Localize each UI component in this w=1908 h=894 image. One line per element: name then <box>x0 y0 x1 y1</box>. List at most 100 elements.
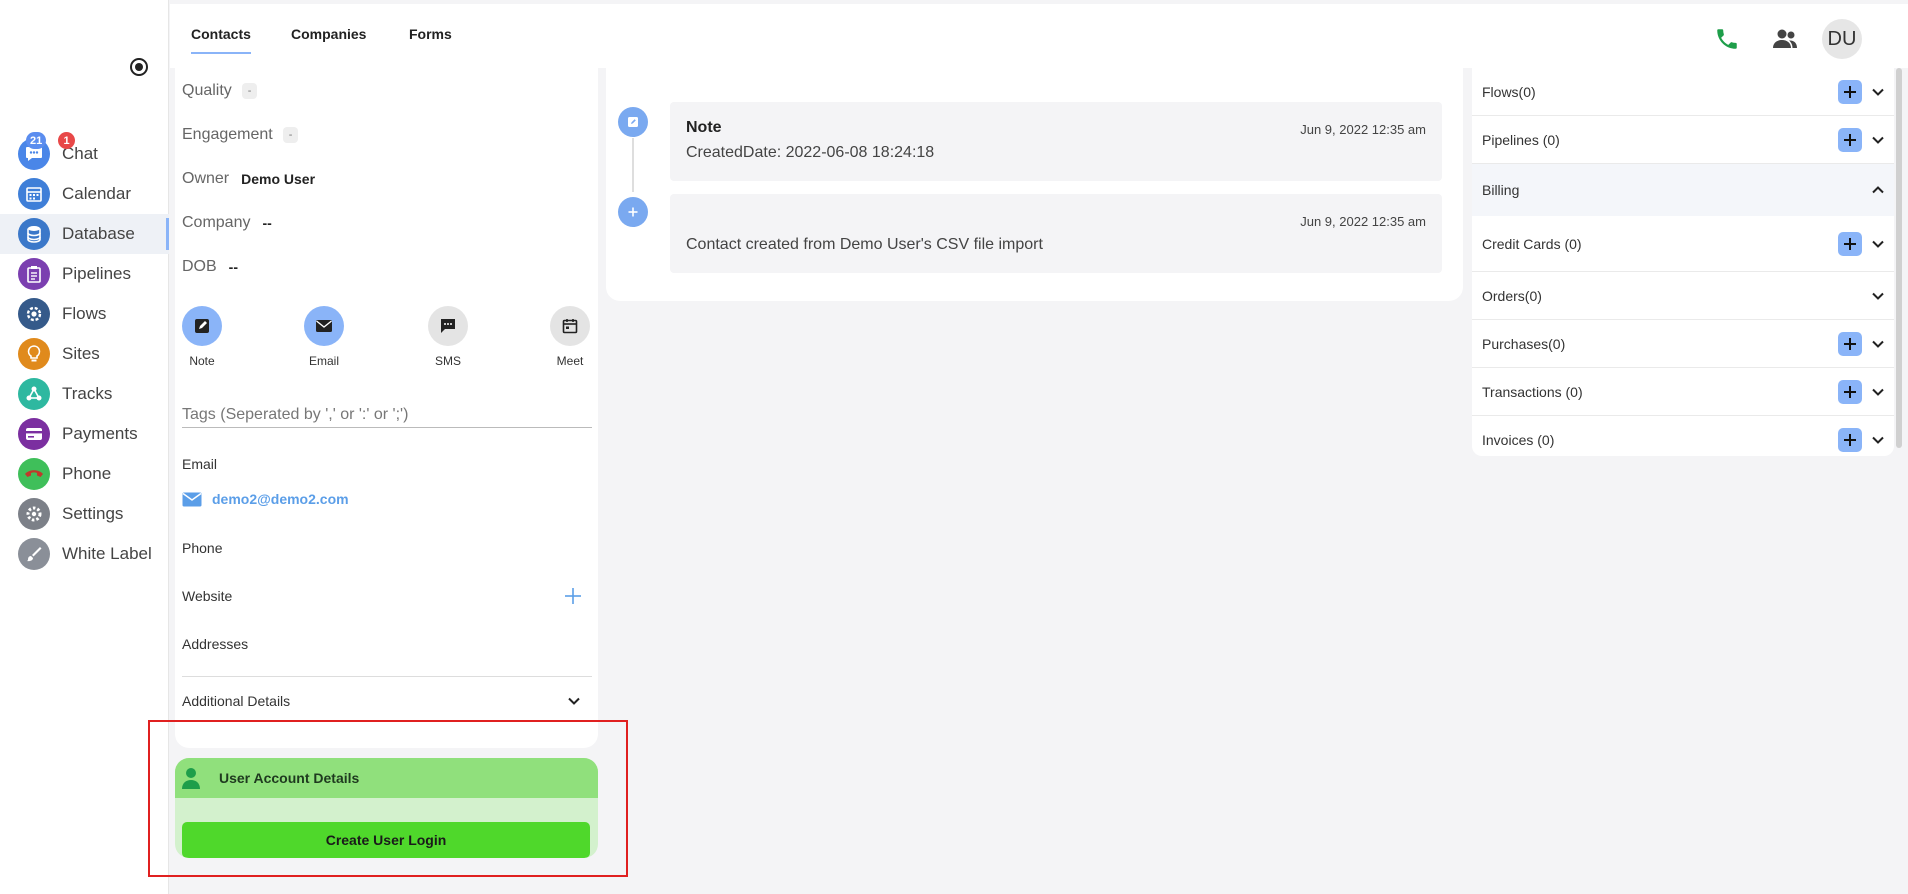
company-value[interactable]: -- <box>262 215 271 231</box>
billing-row[interactable]: Billing <box>1472 164 1894 216</box>
field-quality: Quality - <box>182 82 258 100</box>
orders-row[interactable]: Orders(0) <box>1472 272 1894 320</box>
sidebar-item-pipelines[interactable]: Pipelines <box>0 254 169 294</box>
field-dob: DOB -- <box>182 258 238 276</box>
chevron-down-icon[interactable] <box>1870 84 1886 100</box>
email-link[interactable]: demo2@demo2.com <box>182 491 349 507</box>
field-label: Owner <box>182 170 230 187</box>
scrollbar[interactable] <box>1896 68 1902 448</box>
add-purchase-button[interactable] <box>1838 332 1862 356</box>
timeline-item[interactable]: Jun 9, 2022 12:35 am Contact created fro… <box>670 194 1442 273</box>
tab-contacts[interactable]: Contacts <box>191 26 251 54</box>
plus-icon <box>1844 338 1856 350</box>
sms-action-button[interactable]: SMS <box>418 306 478 368</box>
sidebar-item-payments[interactable]: Payments <box>0 414 169 454</box>
chat-alert-badge: 1 <box>58 132 75 149</box>
row-label: Credit Cards (0) <box>1482 235 1582 252</box>
pipelines-row[interactable]: Pipelines (0) <box>1472 116 1894 164</box>
timeline-item[interactable]: Note Jun 9, 2022 12:35 am CreatedDate: 2… <box>670 102 1442 181</box>
purchases-row[interactable]: Purchases(0) <box>1472 320 1894 368</box>
owner-value[interactable]: Demo User <box>241 171 315 187</box>
sidebar-item-label: Sites <box>62 344 100 363</box>
users-icon[interactable] <box>1768 22 1802 56</box>
envelope-icon <box>304 306 344 346</box>
row-label: Pipelines (0) <box>1482 131 1560 148</box>
note-icon <box>618 107 648 137</box>
sidebar-item-chat[interactable]: 21 1 Chat <box>0 132 169 174</box>
chevron-down-icon[interactable] <box>1870 384 1886 400</box>
sidebar-item-label: Flows <box>62 304 107 323</box>
chevron-up-icon[interactable] <box>1870 182 1886 198</box>
sidebar-item-tracks[interactable]: Tracks <box>0 374 169 414</box>
timeline-connector <box>632 138 634 192</box>
field-company: Company -- <box>182 214 272 232</box>
addresses-section-label: Addresses <box>182 636 249 652</box>
tags-input[interactable] <box>182 402 592 428</box>
chevron-down-icon[interactable] <box>1870 132 1886 148</box>
dob-value[interactable]: -- <box>229 259 238 275</box>
chevron-down-icon[interactable] <box>1870 288 1886 304</box>
tab-forms[interactable]: Forms <box>409 26 452 42</box>
add-website-icon[interactable] <box>563 586 583 606</box>
add-flow-button[interactable] <box>1838 80 1862 104</box>
credit-cards-row[interactable]: Credit Cards (0) <box>1472 216 1894 272</box>
cog-icon <box>18 498 50 530</box>
create-user-login-button[interactable]: Create User Login <box>182 822 590 858</box>
chat-icon: 21 1 <box>18 132 75 170</box>
avatar[interactable]: DU <box>1822 19 1862 59</box>
sidebar-item-label: Calendar <box>62 184 131 203</box>
chevron-down-icon[interactable] <box>1870 236 1886 252</box>
plus-icon <box>1844 386 1856 398</box>
additional-details-toggle[interactable]: Additional Details <box>182 693 582 709</box>
timeline-item-body: CreatedDate: 2022-06-08 18:24:18 <box>686 144 935 161</box>
sms-icon <box>428 306 468 346</box>
user-account-header: User Account Details <box>175 758 598 798</box>
activity-timeline: Note Jun 9, 2022 12:35 am CreatedDate: 2… <box>606 68 1463 301</box>
chevron-down-icon[interactable] <box>1870 336 1886 352</box>
transactions-row[interactable]: Transactions (0) <box>1472 368 1894 416</box>
plus-icon <box>1844 434 1856 446</box>
engagement-chip[interactable]: - <box>282 127 299 143</box>
email-action-button[interactable]: Email <box>294 306 354 368</box>
divider <box>182 676 592 677</box>
timeline-item-date: Jun 9, 2022 12:35 am <box>1300 214 1426 229</box>
flows-row[interactable]: Flows(0) <box>1472 68 1894 116</box>
sidebar-item-settings[interactable]: Settings <box>0 494 169 534</box>
additional-details-label: Additional Details <box>182 693 291 709</box>
meet-action-button[interactable]: Meet <box>540 306 600 368</box>
sidebar-item-label: Pipelines <box>62 264 131 283</box>
call-icon[interactable] <box>1710 22 1744 56</box>
mail-icon <box>182 492 202 506</box>
sidebar-item-sites[interactable]: Sites <box>0 334 169 374</box>
plus-icon <box>1844 86 1856 98</box>
field-label: Engagement <box>182 126 273 143</box>
chat-unread-badge: 21 <box>26 132 47 149</box>
sidebar-item-white-label[interactable]: White Label <box>0 534 169 574</box>
bulb-icon <box>18 338 50 370</box>
network-icon <box>18 378 50 410</box>
chevron-down-icon[interactable] <box>1870 432 1886 448</box>
note-icon <box>182 306 222 346</box>
plus-icon <box>1844 134 1856 146</box>
add-credit-card-button[interactable] <box>1838 232 1862 256</box>
action-label: SMS <box>434 354 461 368</box>
tab-companies[interactable]: Companies <box>291 26 366 42</box>
row-label: Orders(0) <box>1482 287 1542 304</box>
sidebar-toggle-icon[interactable] <box>130 58 148 76</box>
invoices-row[interactable]: Invoices (0) <box>1472 416 1894 464</box>
add-transaction-button[interactable] <box>1838 380 1862 404</box>
user-icon <box>182 768 200 789</box>
sidebar-item-flows[interactable]: Flows <box>0 294 169 334</box>
sidebar-item-label: Tracks <box>62 384 113 403</box>
add-invoice-button[interactable] <box>1838 428 1862 452</box>
quality-chip[interactable]: - <box>241 83 258 99</box>
note-action-button[interactable]: Note <box>172 306 232 368</box>
sidebar-item-calendar[interactable]: Calendar <box>0 174 169 214</box>
sidebar-item-label: White Label <box>62 544 152 563</box>
sidebar-item-phone[interactable]: Phone <box>0 454 169 494</box>
sidebar-item-database[interactable]: Database <box>0 214 169 254</box>
timeline-item-title: Note <box>686 119 722 136</box>
sidebar-item-label: Database <box>62 224 135 243</box>
contact-details-panel: Quality - Engagement - Owner Demo User C… <box>175 68 598 748</box>
add-pipeline-button[interactable] <box>1838 128 1862 152</box>
